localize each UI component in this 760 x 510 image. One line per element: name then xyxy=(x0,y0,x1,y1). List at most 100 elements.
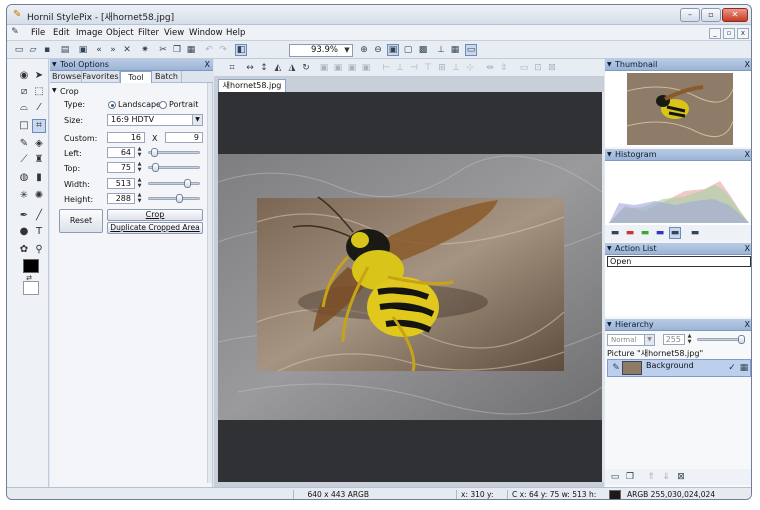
custom-width-field[interactable]: 16 xyxy=(107,132,145,143)
eraser-icon[interactable]: ◈ xyxy=(32,137,46,151)
distribute-v-icon[interactable]: ⇳ xyxy=(498,62,510,74)
undo-icon[interactable]: ↶ xyxy=(203,44,215,56)
height-stepper[interactable]: ▲ ▼ xyxy=(136,192,143,204)
left-stepper[interactable]: ▲ ▼ xyxy=(136,146,143,158)
align-left-icon[interactable]: ⊢ xyxy=(380,62,392,74)
crop-button[interactable]: Crop xyxy=(107,209,203,221)
cut-icon[interactable]: ✂ xyxy=(157,44,169,56)
actual-size-icon[interactable]: ▢ xyxy=(402,44,414,56)
height-slider[interactable] xyxy=(148,194,200,203)
guide-icon[interactable]: ▭ xyxy=(465,44,477,56)
duplicate-cropped-area-button[interactable]: Duplicate Cropped Area xyxy=(107,222,203,234)
size-select[interactable]: 16:9 HDTV ▼ xyxy=(107,114,203,126)
align-center-icon[interactable]: ⊥ xyxy=(394,62,406,74)
flip-vertical-icon[interactable]: ↕ xyxy=(258,62,270,74)
left-slider[interactable] xyxy=(148,148,200,157)
fit-window-icon[interactable]: ▣ xyxy=(387,44,399,56)
tab-tool[interactable]: Tool xyxy=(120,71,152,83)
mdi-minimize-button[interactable]: _ xyxy=(709,28,721,39)
custom-height-field[interactable]: 9 xyxy=(165,132,203,143)
collapse-triangle-icon[interactable]: ▼ xyxy=(607,319,612,331)
rect-select-icon[interactable]: ⬚ xyxy=(32,85,46,99)
align-center-v-icon[interactable]: ⊹ xyxy=(464,62,476,74)
redo-icon[interactable]: ↷ xyxy=(217,44,229,56)
slider-knob[interactable] xyxy=(151,148,158,157)
rotate-icon[interactable]: ↻ xyxy=(300,62,312,74)
panel-close-icon[interactable]: X xyxy=(745,149,750,161)
ruler-icon[interactable]: ⊥ xyxy=(435,44,447,56)
distribute-h-icon[interactable]: ⇹ xyxy=(484,62,496,74)
stamp-icon[interactable]: ♜ xyxy=(32,153,46,167)
reset-button[interactable]: Reset xyxy=(59,209,103,233)
previous-icon[interactable]: « xyxy=(93,44,105,56)
portrait-radio[interactable] xyxy=(159,101,167,109)
rotate-left-icon[interactable]: ◭ xyxy=(272,62,284,74)
panel-toggle-icon[interactable]: ◧ xyxy=(235,44,247,56)
transform-icon[interactable]: ⧄ xyxy=(17,85,31,99)
effects-icon[interactable]: ✷ xyxy=(139,44,151,56)
align-right-icon[interactable]: ⊣ xyxy=(408,62,420,74)
slider-knob[interactable] xyxy=(184,179,191,188)
canvas-scrollbar[interactable] xyxy=(602,92,604,482)
top-slider[interactable] xyxy=(148,163,200,172)
opacity-stepper[interactable]: ▲ ▼ xyxy=(686,333,693,345)
collapse-triangle-icon[interactable]: ▼ xyxy=(607,243,612,255)
background-color-swatch[interactable] xyxy=(23,281,39,295)
width-field[interactable]: 513 xyxy=(107,178,135,189)
sparkle-icon[interactable]: ✳ xyxy=(17,189,31,203)
menu-view[interactable]: View xyxy=(164,28,184,38)
align-middle-icon[interactable]: ⊞ xyxy=(436,62,448,74)
tab-batch[interactable]: Batch xyxy=(152,71,182,83)
group-icon[interactable]: ▭ xyxy=(518,62,530,74)
fullscreen-icon[interactable]: ▩ xyxy=(417,44,429,56)
document-tab[interactable]: 새hornet58.jpg xyxy=(218,79,286,92)
copy-icon[interactable]: ❐ xyxy=(171,44,183,56)
panel-close-icon[interactable]: X xyxy=(205,59,210,71)
rgb-channel-icon[interactable]: ▬ xyxy=(609,227,621,239)
slider-knob[interactable] xyxy=(176,194,183,203)
lock-icon[interactable]: ⊠ xyxy=(546,62,558,74)
text-icon[interactable]: T xyxy=(32,225,46,239)
flip-horizontal-icon[interactable]: ↔ xyxy=(244,62,256,74)
slider-knob[interactable] xyxy=(152,163,159,172)
top-stepper[interactable]: ▲ ▼ xyxy=(136,161,143,173)
arrange-forward-icon[interactable]: ▣ xyxy=(332,62,344,74)
grid-icon[interactable]: ▦ xyxy=(449,44,461,56)
gradient-icon[interactable]: ▮ xyxy=(32,171,46,185)
panel-close-icon[interactable]: X xyxy=(745,319,750,331)
magic-wand-icon[interactable]: ⁄ xyxy=(32,101,46,115)
arrange-front-icon[interactable]: ▣ xyxy=(318,62,330,74)
save-icon[interactable]: ▪ xyxy=(41,44,53,56)
collapse-triangle-icon[interactable]: ▼ xyxy=(52,87,57,94)
paste-icon[interactable]: ▦ xyxy=(185,44,197,56)
align-bottom-icon[interactable]: ⊥ xyxy=(450,62,462,74)
blend-mode-select[interactable]: Normal ▼ xyxy=(607,334,655,346)
tab-favorites[interactable]: Favorites xyxy=(82,71,120,83)
chevron-down-icon[interactable]: ▼ xyxy=(341,44,353,57)
histogram-options-icon[interactable]: ▬ xyxy=(689,227,701,239)
red-channel-icon[interactable]: ▬ xyxy=(624,227,636,239)
new-file-icon[interactable]: ▭ xyxy=(13,44,25,56)
delete-layer-icon[interactable]: ⊠ xyxy=(675,471,687,483)
move-up-icon[interactable]: ⇑ xyxy=(645,471,657,483)
marquee-icon[interactable]: □ xyxy=(17,119,31,133)
menu-window[interactable]: Window xyxy=(189,28,223,38)
align-top-icon[interactable]: ⊤ xyxy=(422,62,434,74)
blue-channel-icon[interactable]: ▬ xyxy=(654,227,666,239)
menu-help[interactable]: Help xyxy=(226,28,245,38)
tool-options-scrollbar[interactable] xyxy=(207,83,212,483)
crop-icon[interactable]: ⌗ xyxy=(32,119,46,133)
burst-icon[interactable]: ✺ xyxy=(32,189,46,203)
fill-icon[interactable]: ◍ xyxy=(17,171,31,185)
slider-knob[interactable] xyxy=(738,335,745,344)
move-down-icon[interactable]: ⇓ xyxy=(660,471,672,483)
visibility-check-icon[interactable]: ✓ xyxy=(726,362,738,374)
mdi-close-button[interactable]: x xyxy=(737,28,749,39)
line-icon[interactable]: ╱ xyxy=(32,209,46,223)
image-canvas[interactable] xyxy=(218,92,602,482)
chevron-down-icon[interactable]: ▼ xyxy=(644,335,654,345)
panel-close-icon[interactable]: X xyxy=(745,59,750,71)
canvas-size-icon[interactable]: ⌗ xyxy=(226,62,238,74)
landscape-radio[interactable] xyxy=(108,101,116,109)
opacity-slider[interactable] xyxy=(697,335,745,344)
